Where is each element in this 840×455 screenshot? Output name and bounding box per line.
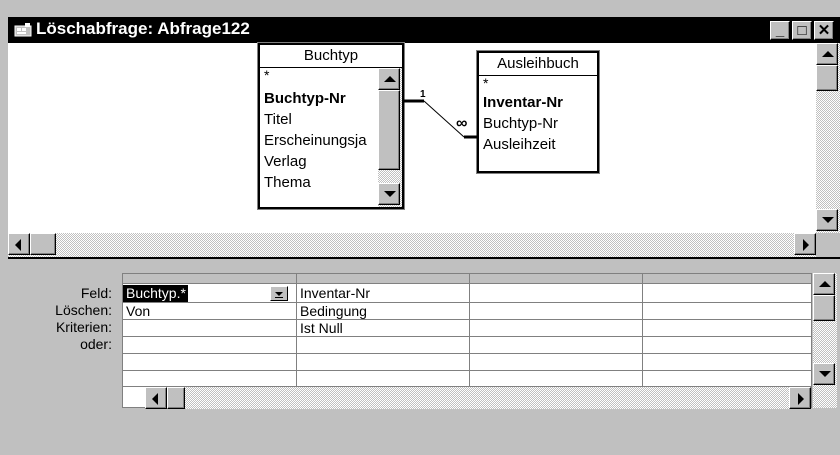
arrow-left-icon — [152, 393, 158, 405]
table-buchtyp-title[interactable]: Buchtyp — [260, 45, 402, 68]
window-title: Löschabfrage: Abfrage122 — [36, 19, 250, 38]
scroll-thumb[interactable] — [167, 387, 185, 409]
grid-cell-feld[interactable]: Buchtyp.* — [123, 285, 296, 302]
grid-cell-loeschen[interactable]: Von — [123, 303, 293, 320]
arrow-down-icon — [819, 371, 831, 377]
field-item[interactable]: * — [479, 76, 597, 92]
field-item[interactable]: Buchtyp-Nr — [260, 88, 378, 109]
arrow-down-icon — [822, 217, 834, 223]
grid-cell-loeschen[interactable]: Bedingung — [297, 303, 467, 320]
scrollbar-corner — [816, 233, 840, 257]
scroll-left-button[interactable] — [8, 233, 30, 255]
arrow-down-icon — [384, 191, 396, 197]
field-item[interactable]: Thema — [260, 172, 378, 193]
row-divider — [123, 353, 811, 354]
close-button[interactable]: ✕ — [814, 21, 834, 40]
scroll-thumb[interactable] — [816, 65, 838, 91]
field-item[interactable]: Titel — [260, 109, 378, 130]
column-selector-row[interactable] — [123, 274, 811, 284]
scroll-right-button[interactable] — [794, 233, 816, 255]
title-bar[interactable]: Löschabfrage: Abfrage122 _ □ ✕ — [8, 17, 840, 43]
arrow-left-icon — [15, 239, 21, 251]
field-item[interactable]: Inventar-Nr — [479, 92, 597, 113]
table-pane-vscrollbar[interactable] — [816, 43, 840, 233]
arrow-right-icon — [803, 239, 809, 251]
maximize-button[interactable]: □ — [792, 21, 812, 40]
relationship-many-label: ∞ — [456, 115, 468, 132]
arrow-up-icon — [384, 76, 396, 82]
row-divider — [123, 370, 811, 371]
table-ausleihbuch-title[interactable]: Ausleihbuch — [479, 53, 597, 76]
minimize-button[interactable]: _ — [770, 21, 790, 40]
field-item[interactable]: Ausleihzeit — [479, 134, 597, 155]
table-pane-hscrollbar[interactable] — [8, 233, 816, 257]
chevron-down-icon — [275, 292, 283, 296]
maximize-icon: □ — [797, 22, 807, 39]
field-item[interactable]: Verlag — [260, 151, 378, 172]
scroll-left-button[interactable] — [145, 387, 167, 409]
arrow-right-icon — [798, 393, 804, 405]
field-item[interactable]: Erscheinungsja — [260, 130, 378, 151]
grid-vscrollbar[interactable] — [813, 273, 837, 408]
grid-cell-kriterien[interactable]: Ist Null — [297, 320, 467, 337]
grid-cell-feld-value[interactable]: Buchtyp.* — [123, 285, 188, 302]
close-icon: ✕ — [817, 22, 831, 39]
table-pane[interactable]: Buchtyp * Buchtyp-Nr Titel Erscheinungsj… — [8, 42, 816, 233]
arrow-up-icon — [822, 51, 834, 57]
grid-hscrollbar[interactable] — [145, 387, 811, 409]
grid-cell-feld[interactable]: Inventar-Nr — [297, 285, 467, 302]
scroll-down-button[interactable] — [816, 209, 838, 231]
row-label-loeschen: Löschen: — [55, 302, 112, 318]
dropdown-underline — [275, 297, 283, 298]
scroll-thumb[interactable] — [813, 295, 835, 321]
scroll-up-button[interactable] — [816, 43, 838, 65]
table-buchtyp[interactable]: Buchtyp * Buchtyp-Nr Titel Erscheinungsj… — [257, 42, 405, 210]
scroll-down-button[interactable] — [813, 363, 835, 385]
table-buchtyp-fields: * Buchtyp-Nr Titel Erscheinungsja Verlag… — [260, 68, 378, 193]
row-label-feld: Feld: — [80, 285, 112, 301]
row-label-oder: oder: — [80, 336, 112, 352]
scroll-down-button[interactable] — [378, 183, 400, 205]
query-icon — [14, 23, 32, 37]
row-label-kriterien: Kriterien: — [55, 319, 112, 335]
buchtyp-scrollbar[interactable] — [378, 68, 402, 207]
field-item[interactable]: Buchtyp-Nr — [479, 113, 597, 134]
scroll-up-button[interactable] — [813, 273, 835, 295]
scroll-thumb[interactable] — [378, 90, 400, 170]
query-grid[interactable]: Buchtyp.* Von Inventar-Nr Bedingung Ist … — [122, 273, 812, 409]
row-divider — [123, 336, 811, 337]
scroll-up-button[interactable] — [378, 68, 400, 90]
relationship-one-label: 1 — [420, 89, 426, 100]
arrow-up-icon — [819, 281, 831, 287]
grid-row-labels: Feld: Löschen: Kriterien: oder: — [8, 285, 112, 353]
field-item[interactable]: * — [260, 68, 378, 88]
table-ausleihbuch-fields: * Inventar-Nr Buchtyp-Nr Ausleihzeit — [479, 76, 597, 155]
scroll-thumb[interactable] — [30, 233, 56, 255]
scroll-right-button[interactable] — [789, 387, 811, 409]
query-window: Löschabfrage: Abfrage122 _ □ ✕ Buchtyp *… — [0, 0, 840, 455]
table-ausleihbuch[interactable]: Ausleihbuch * Inventar-Nr Buchtyp-Nr Aus… — [476, 50, 600, 174]
minimize-icon: _ — [775, 22, 785, 39]
dropdown-button[interactable] — [270, 286, 288, 301]
